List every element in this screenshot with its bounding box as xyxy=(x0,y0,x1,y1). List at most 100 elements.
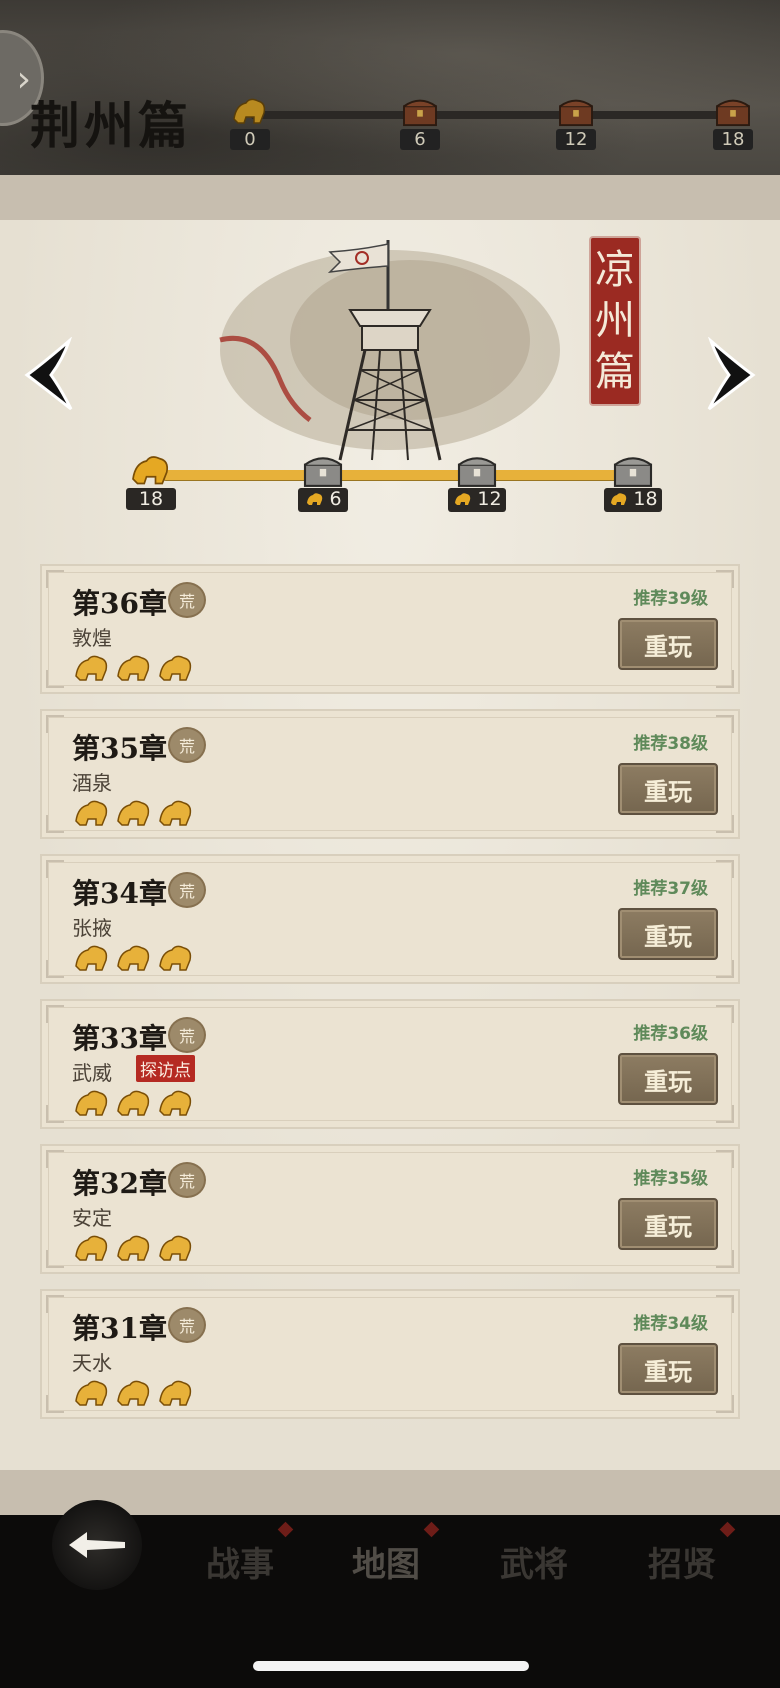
chapter-card[interactable]: 第32章荒安定 推荐35级重玩 xyxy=(40,1144,740,1274)
chapter-title: 第34章 xyxy=(72,877,167,910)
chest-milestone[interactable]: 12 xyxy=(441,452,513,512)
lion-star-icon xyxy=(117,1380,150,1406)
top-node-chest[interactable]: 18 xyxy=(703,95,763,150)
card-corner-ornament xyxy=(46,1005,64,1023)
tab-map[interactable]: 地图 xyxy=(352,1537,420,1586)
chest-milestone[interactable]: 6 xyxy=(287,452,359,512)
recommended-level: 推荐39级 xyxy=(633,589,708,609)
replay-button[interactable]: 重玩 xyxy=(618,908,718,960)
recommended-level: 推荐37级 xyxy=(633,879,708,899)
recommended-level: 推荐35级 xyxy=(633,1169,708,1189)
chapter-place: 酒泉 xyxy=(72,771,112,795)
card-corner-ornament xyxy=(716,960,734,978)
card-corner-ornament xyxy=(716,1295,734,1313)
replay-button[interactable]: 重玩 xyxy=(618,1198,718,1250)
lion-star-icon xyxy=(75,945,108,971)
next-section-button[interactable] xyxy=(700,335,762,415)
milestone-label: 6 xyxy=(298,488,348,512)
chapter-card[interactable]: 第35章荒酒泉 推荐38级 重玩 xyxy=(40,709,740,839)
card-corner-ornament xyxy=(46,1395,64,1413)
chapter-place: 敦煌 xyxy=(72,626,112,650)
chapter-title: 第33章 xyxy=(72,1022,167,1055)
home-indicator xyxy=(253,1661,529,1671)
chapter-card[interactable]: 第33章荒武威 探访点 推荐36级 重玩 xyxy=(40,999,740,1129)
lion-star-icon xyxy=(117,945,150,971)
chapter-stars xyxy=(72,1377,196,1409)
replay-button[interactable]: 重玩 xyxy=(618,1343,718,1395)
lion-star-icon xyxy=(159,945,192,971)
top-progress-line xyxy=(250,111,750,119)
card-corner-ornament xyxy=(46,715,64,733)
replay-button[interactable]: 重玩 xyxy=(618,763,718,815)
progress-current: 18 xyxy=(126,488,176,510)
card-corner-ornament xyxy=(46,1295,64,1313)
milestone-label: 18 xyxy=(604,488,662,512)
tab-generals[interactable]: 武将 xyxy=(500,1537,568,1586)
lion-star-icon xyxy=(75,1090,108,1116)
seal-char: 篇 xyxy=(595,349,635,396)
chapter-title: 第35章 xyxy=(72,732,167,765)
lion-star-icon xyxy=(75,655,108,681)
top-node-chest[interactable]: 12 xyxy=(546,95,606,150)
tab-battle[interactable]: 战事 xyxy=(206,1537,274,1586)
chest-icon xyxy=(457,457,497,487)
top-node-chest[interactable]: 6 xyxy=(390,95,450,150)
chevron-right-icon: › xyxy=(16,59,31,100)
chest-icon xyxy=(303,457,343,487)
chapter-title: 第36章 xyxy=(72,587,167,620)
back-button[interactable] xyxy=(52,1500,142,1590)
prev-chapter-title[interactable]: 荆州篇 xyxy=(30,86,192,158)
card-corner-ornament xyxy=(46,1105,64,1123)
lion-star-icon xyxy=(159,800,192,826)
star-progress-track xyxy=(162,470,632,480)
card-corner-ornament xyxy=(716,1105,734,1123)
card-corner-ornament xyxy=(716,670,734,688)
chest-icon xyxy=(613,457,653,487)
lion-star-icon xyxy=(159,655,192,681)
seal-char: 州 xyxy=(595,297,635,344)
chapter-stars xyxy=(72,942,196,974)
card-corner-ornament xyxy=(716,1250,734,1268)
chapter-card[interactable]: 第36章荒敦煌 推荐39级 重玩 xyxy=(40,564,740,694)
card-corner-ornament xyxy=(46,1250,64,1268)
chest-icon xyxy=(559,99,593,127)
lion-star-icon xyxy=(75,1235,108,1261)
lion-star-icon xyxy=(117,1090,150,1116)
card-corner-ornament xyxy=(716,1395,734,1413)
recommended-level: 推荐36级 xyxy=(633,1024,708,1044)
replay-button[interactable]: 重玩 xyxy=(618,1053,718,1105)
difficulty-badge: 荒 xyxy=(168,1162,206,1198)
arrow-right-icon xyxy=(707,337,756,411)
chapter-place: 天水 xyxy=(72,1351,112,1375)
chest-icon xyxy=(716,99,750,127)
chapter-stars xyxy=(72,1232,196,1264)
top-node-value: 18 xyxy=(713,129,753,150)
lion-star-icon xyxy=(159,1090,192,1116)
visit-point-tag: 探访点 xyxy=(136,1055,195,1082)
prev-section-button[interactable] xyxy=(18,335,80,415)
chapter-card[interactable]: 第31章荒天水 推荐34级 重玩 xyxy=(40,1289,740,1419)
top-node-value: 0 xyxy=(230,129,270,150)
chest-icon xyxy=(403,99,437,127)
chapter-seal: 凉 州 篇 xyxy=(591,238,639,404)
card-corner-ornament xyxy=(46,860,64,878)
recommended-level: 推荐34级 xyxy=(633,1314,708,1334)
tab-recruit[interactable]: 招贤 xyxy=(648,1537,716,1586)
replay-button[interactable]: 重玩 xyxy=(618,618,718,670)
card-corner-ornament xyxy=(46,670,64,688)
card-corner-ornament xyxy=(46,1150,64,1168)
top-node-start: 0 xyxy=(220,95,280,150)
recommended-level: 推荐38级 xyxy=(633,734,708,754)
card-corner-ornament xyxy=(716,1005,734,1023)
chapter-card[interactable]: 第34章荒张掖 推荐37级 重玩 xyxy=(40,854,740,984)
chapter-place: 安定 xyxy=(72,1206,112,1230)
milestone-label: 12 xyxy=(448,488,506,512)
card-corner-ornament xyxy=(716,815,734,833)
progress-start-node: 18 xyxy=(115,452,187,510)
card-corner-ornament xyxy=(716,860,734,878)
milestone-value: 12 xyxy=(477,488,502,510)
top-banner: › 荆州篇 0 6 12 18 xyxy=(0,0,780,175)
chapter-title: 第32章 xyxy=(72,1167,167,1200)
chest-milestone[interactable]: 18 xyxy=(597,452,669,512)
lion-icon xyxy=(455,493,471,505)
